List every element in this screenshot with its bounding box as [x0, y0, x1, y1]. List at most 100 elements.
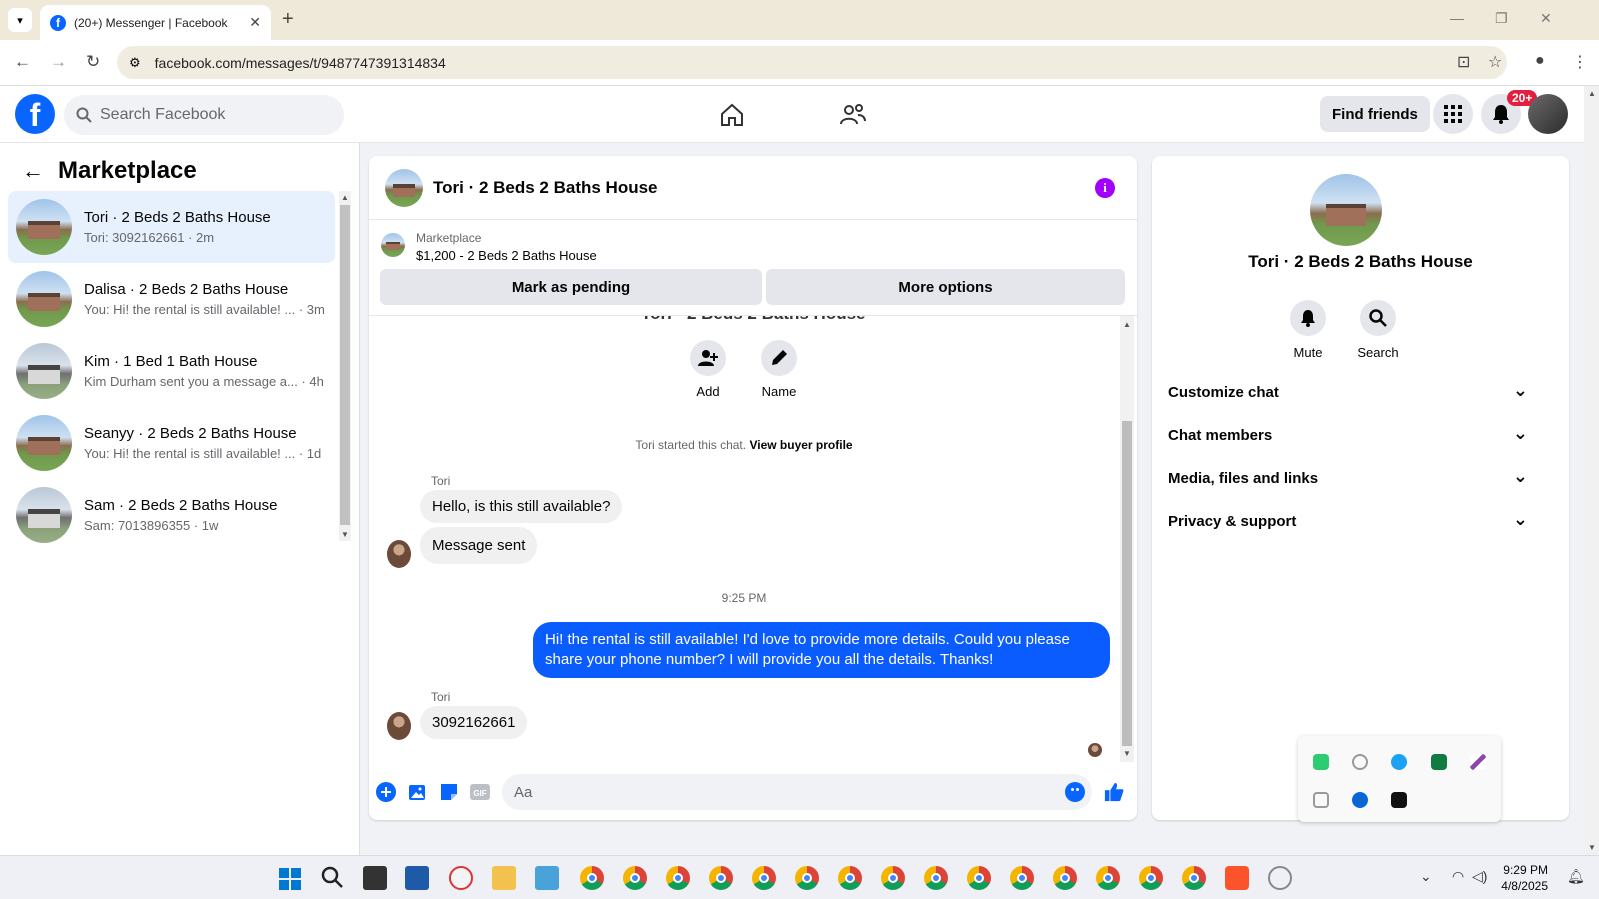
more-options-button[interactable]: More options — [766, 269, 1125, 305]
info-section-3[interactable]: Privacy & support ⌄ — [1168, 510, 1528, 530]
chrome-icon[interactable] — [838, 866, 862, 890]
app-tray-icon[interactable] — [1391, 754, 1407, 770]
chrome-icon[interactable] — [580, 866, 604, 890]
chrome-icon[interactable] — [1010, 866, 1034, 890]
menu-grid-icon[interactable] — [1433, 94, 1473, 134]
sticker-icon[interactable] — [439, 782, 459, 802]
search-in-chat-button[interactable]: Search — [1348, 300, 1408, 360]
restore-icon[interactable]: ❐ — [1495, 10, 1508, 27]
view-buyer-profile-link[interactable]: View buyer profile — [749, 438, 852, 452]
back-icon[interactable]: ← — [14, 52, 31, 72]
chrome-icon[interactable] — [1053, 866, 1077, 890]
install-app-icon[interactable]: ⊡ — [1457, 52, 1470, 72]
conversation-item[interactable]: Seanyy · 2 Beds 2 Baths House You: Hi! th… — [8, 407, 335, 479]
chrome-icon[interactable] — [881, 866, 905, 890]
mute-button[interactable]: Mute — [1278, 300, 1338, 360]
new-tab-icon[interactable]: + — [282, 8, 294, 31]
show-hidden-icons-chevron-icon[interactable]: ⌄ — [1420, 868, 1432, 885]
conversation-item[interactable]: Sam · 2 Beds 2 Baths House Sam: 701389635… — [8, 479, 335, 551]
chrome-icon[interactable] — [1139, 866, 1163, 890]
emoji-icon[interactable] — [1065, 782, 1085, 802]
incoming-message[interactable]: 3092162661 — [420, 706, 528, 739]
facebook-search-input[interactable]: Search Facebook — [64, 95, 344, 135]
chrome-icon[interactable] — [795, 866, 819, 890]
reload-icon[interactable]: ↻ — [86, 52, 100, 72]
chrome-icon[interactable] — [1182, 866, 1206, 890]
friends-icon[interactable] — [836, 98, 870, 132]
clock[interactable]: 9:29 PM 4/8/2025 — [1480, 862, 1548, 894]
tab-search-button[interactable]: ▾ — [8, 8, 32, 32]
wifi-icon[interactable]: ◠ — [1452, 868, 1464, 885]
name-chat-button[interactable]: Name — [749, 340, 809, 399]
conversation-item[interactable]: Tori · 2 Beds 2 Baths House Tori: 3092162… — [8, 191, 335, 263]
sender-avatar[interactable] — [387, 712, 411, 740]
contact-avatar[interactable] — [1310, 174, 1382, 246]
back-arrow-icon[interactable]: ← — [22, 158, 44, 184]
gif-icon[interactable]: GIF — [470, 782, 490, 802]
chrome-icon[interactable] — [1096, 866, 1120, 890]
chat-avatar[interactable] — [385, 168, 423, 207]
app-icon[interactable] — [1268, 866, 1292, 890]
page-scrollbar[interactable]: ▲ ▼ — [1584, 86, 1599, 855]
chevron-down-icon[interactable]: ⌄ — [1513, 424, 1528, 444]
conversation-item[interactable]: Kim · 1 Bed 1 Bath House Kim Durham sent … — [8, 335, 335, 407]
app-icon[interactable] — [535, 866, 559, 890]
sender-avatar[interactable] — [387, 540, 411, 568]
app-tray-icon[interactable] — [1313, 754, 1329, 770]
thread-scrollbar[interactable]: ▲ ▼ — [1120, 316, 1134, 762]
bookmark-star-icon[interactable]: ☆ — [1488, 52, 1502, 72]
pen-tray-icon[interactable] — [1470, 754, 1486, 770]
bluetooth-tray-icon[interactable] — [1352, 792, 1368, 808]
chat-title[interactable]: Tori · 2 Beds 2 Baths House — [433, 178, 658, 198]
close-tab-icon[interactable]: ✕ — [249, 14, 261, 31]
add-people-button[interactable]: Add — [678, 340, 738, 399]
browser-tab[interactable]: f (20+) Messenger | Facebook ✕ — [40, 5, 271, 40]
chrome-icon[interactable] — [666, 866, 690, 890]
incoming-message[interactable]: Message sent — [420, 527, 538, 564]
listing-thumbnail[interactable] — [381, 233, 405, 257]
chevron-down-icon[interactable]: ⌄ — [1513, 381, 1528, 401]
notification-center-bell-icon[interactable]: 🔔︎ — [1567, 868, 1585, 885]
close-window-icon[interactable]: ✕ — [1540, 10, 1552, 27]
chrome-icon[interactable] — [752, 866, 776, 890]
conversation-item[interactable]: Dalisa · 2 Beds 2 Baths House You: Hi! th… — [8, 263, 335, 335]
mark-as-pending-button[interactable]: Mark as pending — [380, 269, 762, 305]
more-actions-plus-icon[interactable] — [376, 782, 396, 802]
chrome-icon[interactable] — [623, 866, 647, 890]
spreadsheet-tray-icon[interactable] — [1431, 754, 1447, 770]
incoming-message[interactable]: Hello, is this still available? — [420, 490, 623, 523]
conversation-scrollbar[interactable]: ▲ ▼ — [339, 191, 351, 541]
info-section-1[interactable]: Chat members ⌄ — [1168, 424, 1528, 444]
minimize-icon[interactable]: — — [1450, 10, 1464, 26]
facebook-logo-icon[interactable]: f — [15, 94, 55, 134]
message-input[interactable]: Aa — [502, 774, 1092, 810]
chevron-down-icon[interactable]: ⌄ — [1513, 467, 1528, 487]
app-tray-icon[interactable] — [1313, 792, 1329, 808]
chevron-down-icon[interactable]: ⌄ — [1513, 510, 1528, 530]
info-section-0[interactable]: Customize chat ⌄ — [1168, 381, 1528, 401]
listing-price[interactable]: $1,200 - 2 Beds 2 Baths House — [416, 248, 597, 263]
taskbar-search-icon[interactable] — [321, 866, 343, 893]
start-windows-icon[interactable] — [279, 868, 301, 890]
like-thumbs-up-icon[interactable] — [1104, 782, 1124, 802]
outgoing-message[interactable]: Hi! the rental is still available! I'd l… — [533, 622, 1110, 678]
chrome-icon[interactable] — [924, 866, 948, 890]
home-icon[interactable] — [715, 98, 749, 132]
forward-icon[interactable]: → — [50, 52, 67, 72]
audio-tray-icon[interactable] — [1391, 792, 1407, 808]
brave-browser-icon[interactable] — [1225, 866, 1249, 890]
site-info-icon[interactable]: ⚙ — [129, 55, 141, 71]
chrome-icon[interactable] — [709, 866, 733, 890]
task-view-icon[interactable] — [363, 866, 387, 890]
file-explorer-icon[interactable] — [492, 866, 516, 890]
find-friends-button[interactable]: Find friends — [1320, 96, 1430, 132]
attach-photo-icon[interactable] — [408, 782, 428, 802]
profile-icon[interactable]: ● — [1535, 52, 1545, 70]
chrome-icon[interactable] — [967, 866, 991, 890]
browser-menu-icon[interactable]: ⋮ — [1572, 52, 1588, 72]
account-avatar[interactable] — [1528, 94, 1568, 134]
app-icon[interactable] — [449, 866, 473, 890]
url-field[interactable]: ⚙ facebook.com/messages/t/94877473913148… — [117, 46, 1507, 79]
info-icon[interactable]: i — [1095, 178, 1115, 198]
app-tray-icon[interactable] — [1352, 754, 1368, 770]
